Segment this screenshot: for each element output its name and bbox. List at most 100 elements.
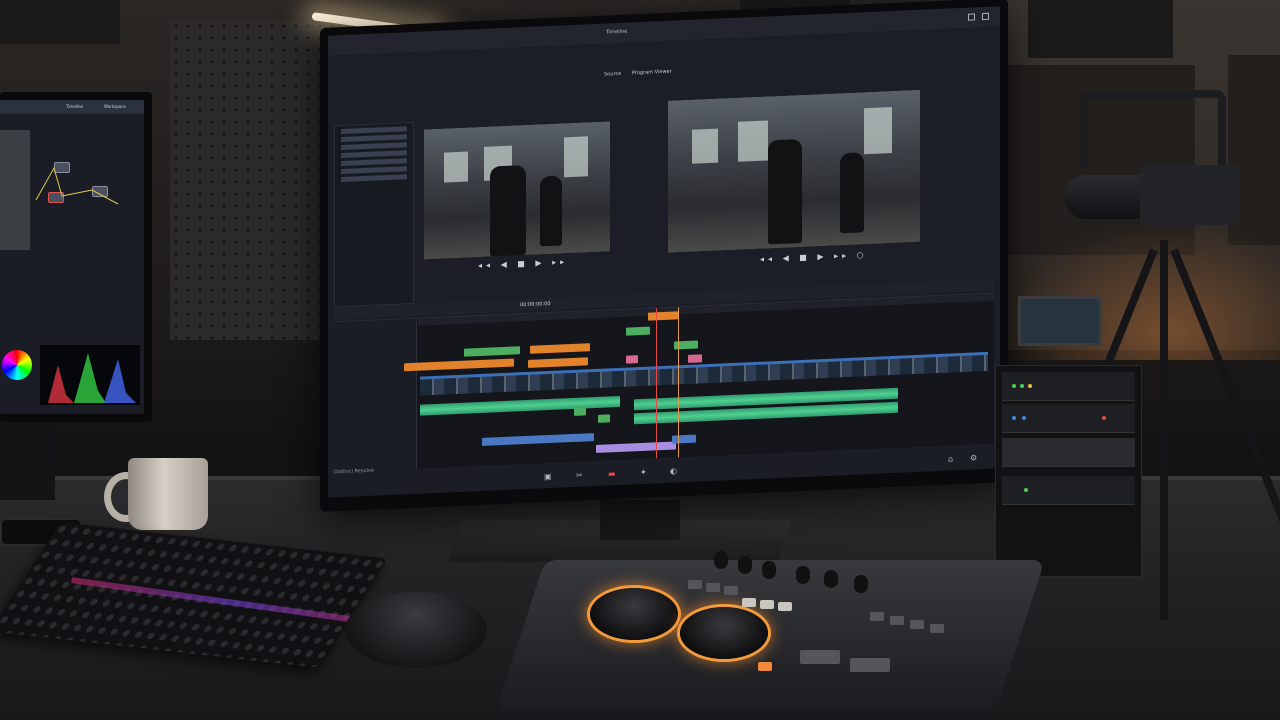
shuttle-dial	[680, 607, 768, 659]
console-key	[850, 658, 890, 672]
source-viewer[interactable]	[424, 121, 610, 260]
editor-menubar: Timeline	[328, 6, 1000, 56]
timeline-clip[interactable]	[596, 441, 676, 453]
left-monitor: Timeline Workspace	[0, 92, 152, 422]
program-viewer[interactable]	[668, 89, 920, 253]
media-pool-item[interactable]	[341, 142, 407, 151]
jog-dial	[590, 588, 678, 640]
media-pool-item[interactable]	[341, 134, 407, 143]
frame-window	[864, 107, 892, 155]
timeline-clip[interactable]	[672, 434, 696, 444]
main-monitor: Timeline Source Program Viewer ◂◂ ◀ ■ ▶ …	[320, 0, 1008, 513]
frame-window	[444, 151, 468, 183]
camera-lens	[1064, 175, 1148, 219]
node-connections	[35, 166, 119, 205]
console-key	[724, 586, 738, 595]
console-key	[742, 598, 756, 607]
person-silhouette	[768, 138, 802, 245]
color-wheel-icon	[2, 350, 32, 380]
program-viewer-label: Program Viewer	[632, 68, 672, 77]
scope-graph	[48, 353, 136, 403]
rack-unit	[1002, 476, 1135, 505]
timeline-clip[interactable]	[574, 407, 586, 416]
edit-page-icon[interactable]: ▬	[608, 469, 616, 478]
cinema-camera	[1140, 165, 1240, 225]
acoustic-panel	[1028, 0, 1173, 58]
audio-clip[interactable]	[420, 395, 620, 416]
app-title: Timeline	[606, 28, 628, 36]
tripod-leg	[1160, 240, 1168, 620]
maximize-icon[interactable]	[968, 13, 975, 21]
in-marker[interactable]	[678, 307, 679, 458]
console-knob	[714, 551, 728, 569]
person-silhouette	[840, 152, 864, 234]
rack-unit	[1002, 438, 1135, 467]
source-transport-controls[interactable]: ◂◂ ◀ ■ ▶ ▸▸	[478, 257, 568, 270]
timeline-clip[interactable]	[598, 414, 610, 423]
timeline-clip[interactable]	[528, 357, 588, 368]
media-pool-panel[interactable]	[334, 121, 414, 308]
computer-mouse	[345, 592, 487, 668]
timeline-clip[interactable]	[404, 358, 514, 372]
program-transport-controls[interactable]: ◂◂ ◀ ■ ▶ ▸▸ ○	[760, 250, 868, 264]
console-key	[758, 662, 772, 671]
timeline-clip[interactable]	[530, 343, 590, 354]
background-laptop	[1018, 296, 1102, 346]
home-icon[interactable]: ⌂	[948, 454, 953, 463]
console-key	[688, 580, 702, 589]
timeline-clip[interactable]	[626, 355, 638, 364]
frame-window	[564, 136, 588, 178]
color-page-icon[interactable]: ◐	[670, 466, 677, 475]
fusion-page-icon[interactable]: ✦	[640, 468, 647, 477]
media-pool-item[interactable]	[341, 166, 407, 175]
console-key	[800, 650, 840, 664]
rack-unit	[1002, 372, 1135, 401]
person-silhouette	[490, 165, 526, 257]
media-pool-item[interactable]	[341, 150, 407, 159]
console-knob	[796, 566, 810, 584]
frame-window	[738, 120, 768, 162]
settings-icon[interactable]: ⚙	[970, 453, 977, 462]
editing-control-console	[496, 560, 1045, 710]
console-knob	[762, 561, 776, 579]
console-key	[778, 602, 792, 611]
console-knob	[854, 575, 868, 593]
source-viewer-label: Source	[604, 70, 622, 78]
waveform-scope	[40, 345, 140, 405]
close-icon[interactable]	[982, 12, 989, 21]
timeline-clip[interactable]	[464, 346, 520, 357]
coffee-mug	[128, 458, 208, 530]
timeline-panel[interactable]	[334, 292, 994, 473]
console-key	[910, 620, 924, 629]
media-pool-item[interactable]	[341, 158, 407, 167]
playhead[interactable]	[656, 308, 657, 459]
acoustic-panel	[0, 0, 120, 44]
timeline-clip[interactable]	[482, 433, 594, 446]
timeline-clip[interactable]	[688, 354, 702, 363]
pegboard-wall	[170, 20, 340, 340]
media-pool-item[interactable]	[341, 174, 407, 183]
timeline-clip[interactable]	[626, 326, 650, 336]
console-key	[706, 583, 720, 592]
editor-screen: Timeline Source Program Viewer ◂◂ ◀ ■ ▶ …	[328, 6, 1000, 498]
timeline-clip[interactable]	[648, 311, 678, 321]
timecode-display: 00:00:00:00	[520, 300, 551, 309]
equipment-rack	[995, 365, 1142, 577]
console-knob	[738, 556, 752, 574]
camera-top-handle	[1080, 90, 1226, 168]
console-key	[930, 624, 944, 633]
person-silhouette	[540, 175, 562, 247]
editing-studio-scene: Timeline Workspace Timeline Source Progr…	[0, 0, 1280, 720]
console-knob	[824, 570, 838, 588]
track-headers[interactable]	[334, 318, 417, 473]
media-pool-item[interactable]	[341, 126, 407, 135]
console-key	[870, 612, 884, 621]
frame-window	[692, 128, 718, 164]
console-key	[760, 600, 774, 609]
console-key	[890, 616, 904, 625]
left-monitor-screen: Timeline Workspace	[0, 100, 144, 414]
cut-page-icon[interactable]: ✂	[576, 471, 583, 480]
rack-unit	[1002, 404, 1135, 433]
media-page-icon[interactable]: ▣	[544, 472, 552, 481]
left-monitor-stand	[0, 420, 55, 500]
